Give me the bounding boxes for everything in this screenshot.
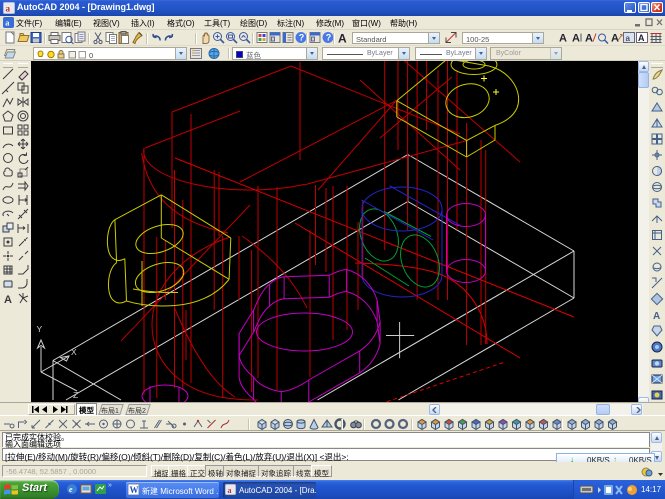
svg-text:a: a [228, 486, 232, 495]
svg-text:Y: Y [37, 324, 43, 334]
svg-text:A: A [559, 33, 567, 45]
svg-text:a: a [6, 4, 11, 14]
svg-text:a: a [5, 19, 9, 28]
svg-text:A: A [4, 294, 12, 306]
svg-text:a: a [626, 34, 631, 43]
svg-text:W: W [130, 485, 139, 495]
svg-text:A: A [585, 33, 593, 45]
svg-text:A: A [653, 311, 660, 322]
svg-text:X: X [71, 347, 77, 357]
svg-text:e: e [69, 485, 73, 494]
svg-text:Z: Z [73, 390, 78, 400]
svg-text:A: A [572, 33, 580, 45]
svg-text:A: A [611, 33, 619, 45]
svg-text:0: 0 [89, 51, 93, 60]
svg-text:A: A [638, 33, 645, 43]
